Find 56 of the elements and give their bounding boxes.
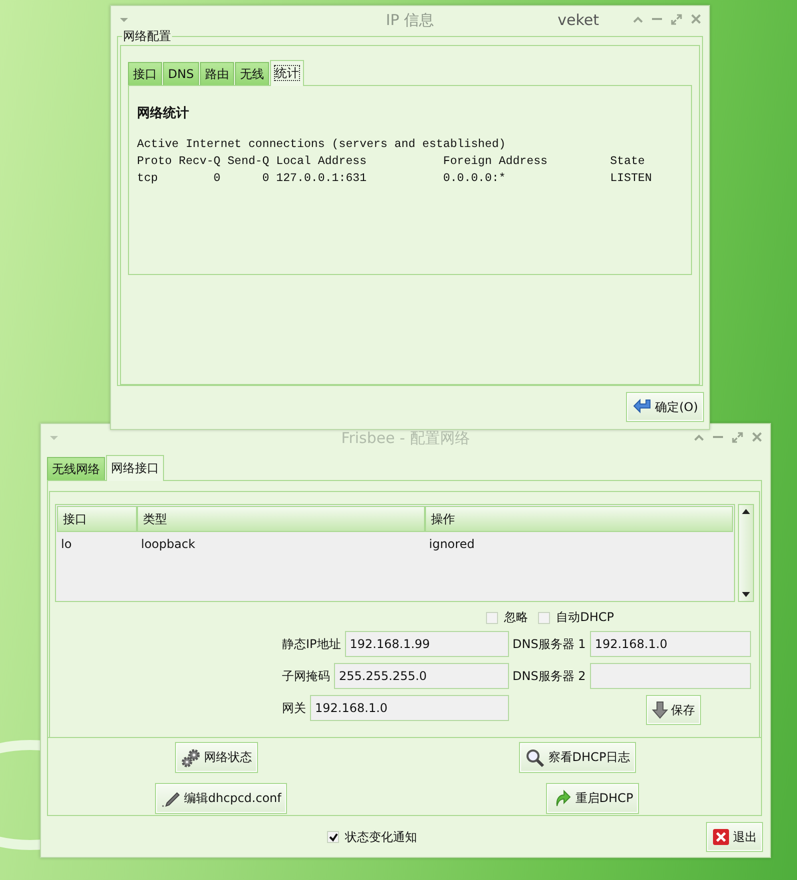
checkbox-label: 状态变化通知 [345, 828, 417, 846]
tab[interactable]: 无线网络 [47, 457, 105, 480]
action-button[interactable]: 网络状态 [174, 742, 258, 773]
checkbox-label: 自动DHCP [556, 609, 614, 626]
column-header[interactable]: 操作 [425, 506, 733, 532]
shade-icon[interactable] [633, 16, 643, 22]
group-label: 网络配置 [122, 28, 172, 45]
tab[interactable]: 无线 [234, 62, 269, 85]
field-label: DNS服务器 2 [512, 668, 586, 684]
input-field[interactable]: 192.168.1.99 [344, 631, 509, 657]
gears-icon [180, 748, 201, 768]
input-field[interactable]: 255.255.255.0 [334, 663, 509, 689]
input-field[interactable]: 192.168.1.0 [310, 695, 509, 721]
ok-button[interactable]: 确定(O) [626, 392, 704, 422]
input-field[interactable]: 192.168.1.0 [590, 631, 751, 657]
tab[interactable]: 统计 [270, 60, 304, 86]
output-line: Active Internet connections (servers and established) [137, 137, 507, 153]
return-arrow-icon [632, 398, 652, 416]
close-icon[interactable] [691, 14, 701, 24]
action-button[interactable]: 重启DHCP [546, 782, 640, 814]
window-title: Frisbee - 配置网络 [341, 429, 470, 447]
output-line: Proto Recv-Q Send-Q Local Address Foreign Address State [137, 154, 646, 170]
search-icon [525, 748, 546, 768]
close-icon [712, 828, 730, 846]
field-label: DNS服务器 1 [512, 636, 586, 652]
save-button[interactable]: 保存 [646, 695, 701, 725]
tab[interactable]: DNS [163, 62, 199, 85]
action-button[interactable]: 编辑dhcpcd.conf [155, 782, 288, 814]
user-name: veket [558, 11, 599, 29]
table-cell-text: loopback [140, 536, 196, 553]
window-menu-icon[interactable] [49, 435, 59, 441]
table-cell-text: ignored [428, 536, 476, 553]
tab[interactable]: 路由 [200, 62, 234, 85]
maximize-icon[interactable] [671, 14, 682, 24]
shade-icon[interactable] [694, 434, 704, 440]
down-arrow-icon [652, 701, 668, 719]
window-title: IP 信息 [386, 11, 434, 29]
input-field[interactable] [590, 663, 751, 689]
field-label: 静态IP地址 [282, 636, 341, 652]
section-heading: 网络统计 [137, 104, 190, 122]
tab[interactable]: 接口 [128, 62, 162, 85]
close-icon[interactable] [752, 432, 762, 442]
checkbox-label: 忽略 [504, 609, 528, 626]
checkbox[interactable] [327, 831, 339, 843]
scrollbar[interactable] [738, 504, 754, 602]
table-cell-text: lo [60, 536, 73, 553]
maximize-icon[interactable] [732, 432, 743, 442]
action-button[interactable]: 察看DHCP日志 [519, 742, 636, 773]
exit-button[interactable]: 退出 [706, 822, 763, 852]
field-label: 网关 [282, 700, 306, 716]
column-header[interactable]: 接口 [57, 506, 137, 532]
output-line: tcp 0 0 127.0.0.1:631 0.0.0.0:* LISTEN [137, 171, 653, 187]
window-menu-icon[interactable] [119, 17, 129, 23]
column-header[interactable]: 类型 [137, 506, 425, 532]
field-label: 子网掩码 [282, 668, 330, 684]
tab[interactable]: 网络接口 [106, 455, 164, 481]
